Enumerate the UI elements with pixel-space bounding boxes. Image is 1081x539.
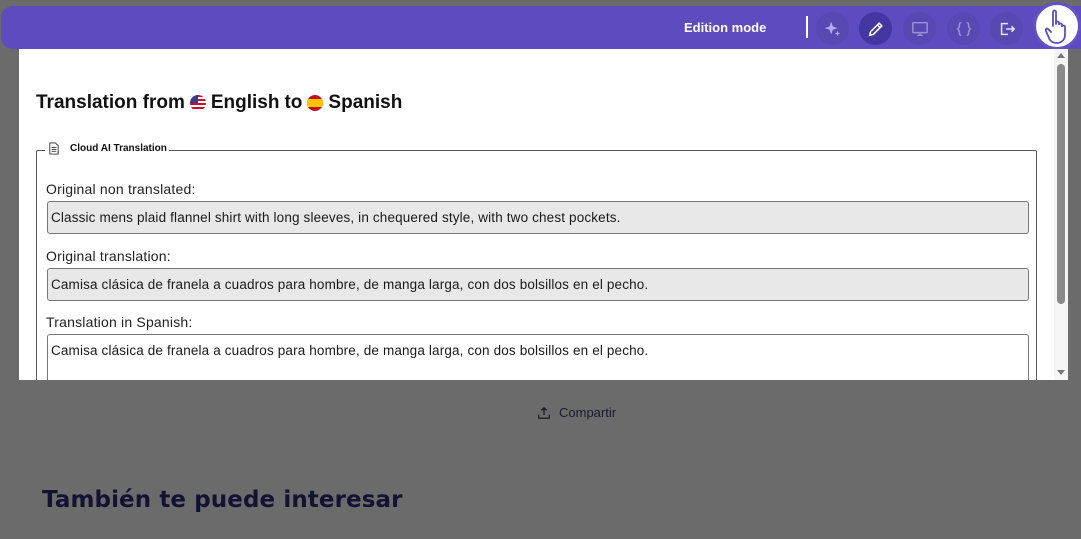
document-icon	[49, 142, 59, 155]
code-braces-icon	[956, 21, 971, 36]
sparkle-icon	[824, 21, 840, 36]
panel-title: Translation from English to Spanish	[36, 92, 402, 114]
original-translation-label: Original translation:	[46, 248, 171, 264]
related-products-heading: También te puede interesar	[42, 487, 403, 513]
monitor-icon	[911, 21, 928, 36]
scroll-down-arrow-icon[interactable]	[1057, 370, 1065, 375]
translation-label: Translation in Spanish:	[46, 314, 193, 330]
original-translation-field: Camisa clásica de franela a cuadros para…	[47, 268, 1029, 301]
assistant-hand-button[interactable]	[1033, 2, 1081, 50]
title-prefix: Translation from	[36, 92, 185, 113]
pencil-icon	[868, 21, 883, 36]
title-connector: to	[284, 92, 303, 113]
original-text-field: Classic mens plaid flannel shirt with lo…	[47, 201, 1029, 234]
scroll-up-arrow-icon[interactable]	[1057, 53, 1065, 58]
section-legend-label: Cloud AI Translation	[70, 143, 167, 154]
preview-button[interactable]	[903, 12, 936, 45]
hand-pointer-icon	[1044, 9, 1066, 44]
code-button[interactable]	[947, 12, 980, 45]
translation-textarea[interactable]: Camisa clásica de franela a cuadros para…	[47, 334, 1029, 380]
share-label: Compartir	[559, 405, 617, 420]
spain-flag-icon	[307, 95, 324, 111]
cloud-ai-translation-section: Cloud AI Translation Original non transl…	[36, 142, 1037, 380]
translation-panel: Translation from English to Spanish Clou…	[19, 49, 1068, 380]
scroll-thumb[interactable]	[1057, 64, 1065, 304]
original-text-label: Original non translated:	[46, 181, 196, 197]
panel-scrollbar[interactable]	[1054, 49, 1068, 380]
logout-icon	[1000, 22, 1015, 35]
edit-button[interactable]	[859, 12, 892, 45]
share-icon	[538, 406, 550, 419]
source-language: English	[210, 92, 280, 113]
edition-mode-label: Edition mode	[684, 20, 767, 35]
target-language: Spanish	[328, 92, 403, 113]
ai-sparkle-button[interactable]	[816, 12, 849, 45]
toolbar-divider	[806, 16, 808, 38]
share-link[interactable]: Compartir	[537, 405, 616, 420]
edition-toolbar: Edition mode	[1, 6, 1081, 49]
section-legend: Cloud AI Translation	[45, 142, 169, 155]
us-flag-icon	[189, 95, 206, 111]
exit-button[interactable]	[990, 12, 1023, 45]
